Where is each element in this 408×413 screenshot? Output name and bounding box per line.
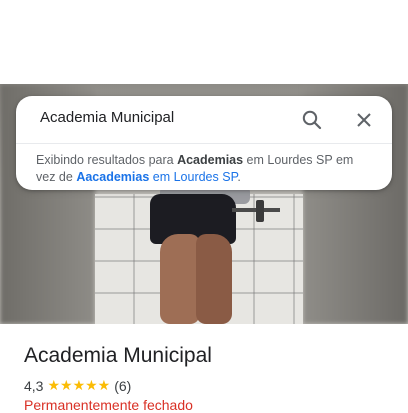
rating-row[interactable]: 4,3 ★★★★★ (6) xyxy=(24,377,131,394)
search-input[interactable]: Academia Municipal xyxy=(40,109,174,126)
original-query-location: em Lourdes SP xyxy=(149,170,238,184)
suggestion-end: . xyxy=(237,170,241,184)
star-rating-icon: ★★★★★ xyxy=(47,377,111,393)
close-icon[interactable] xyxy=(352,108,376,132)
review-count[interactable]: (6) xyxy=(114,378,131,394)
photo-leg-right xyxy=(196,234,232,324)
original-query-term: Aacademias xyxy=(76,170,150,184)
suggestion-term: Academias xyxy=(177,153,244,167)
rating-value: 4,3 xyxy=(24,377,44,394)
search-icon[interactable] xyxy=(300,108,324,132)
top-blank-area xyxy=(0,0,408,84)
photo-leg-left xyxy=(160,234,200,324)
business-status: Permanentemente fechado xyxy=(24,397,193,413)
place-details-panel: Academia Municipal 4,3 ★★★★★ (6) Permane… xyxy=(0,324,408,413)
photo-weight-plate xyxy=(256,200,264,222)
search-row: Academia Municipal xyxy=(16,96,392,144)
suggestion-prefix: Exibindo resultados para xyxy=(36,153,178,167)
original-query-link[interactable]: Aacademias em Lourdes SP xyxy=(76,170,237,184)
search-correction-notice: Exibindo resultados para Academias em Lo… xyxy=(36,152,376,186)
search-card: Academia Municipal Exibindo resultados p… xyxy=(16,96,392,190)
place-title: Academia Municipal xyxy=(24,344,212,367)
